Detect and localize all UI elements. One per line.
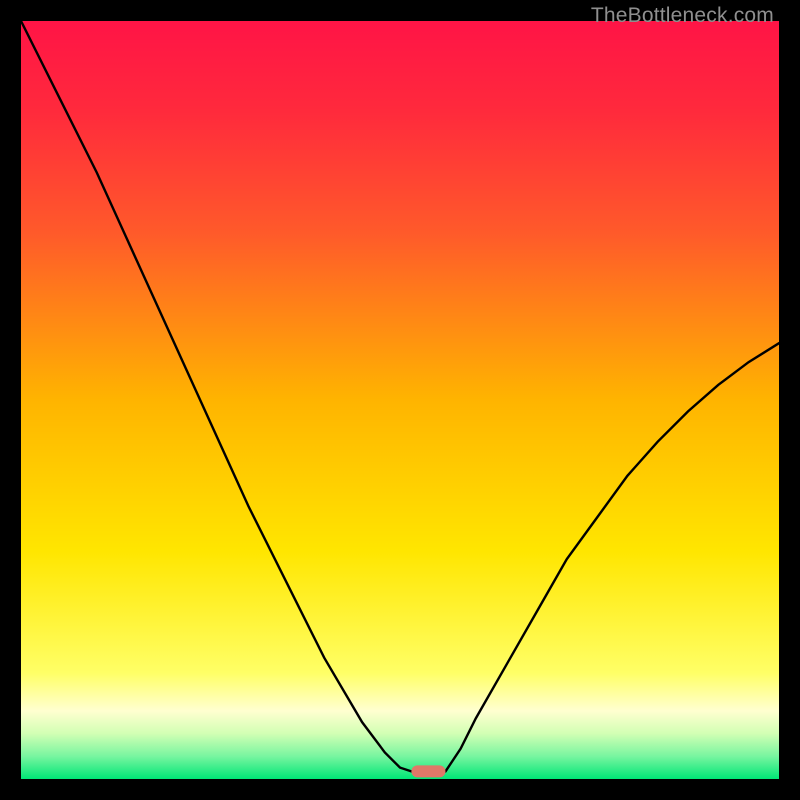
- bottleneck-curve-plot: [21, 21, 779, 779]
- watermark-text: TheBottleneck.com: [591, 4, 774, 28]
- chart-frame: [21, 21, 779, 779]
- optimal-point-marker: [411, 765, 445, 777]
- gradient-background: [21, 21, 779, 779]
